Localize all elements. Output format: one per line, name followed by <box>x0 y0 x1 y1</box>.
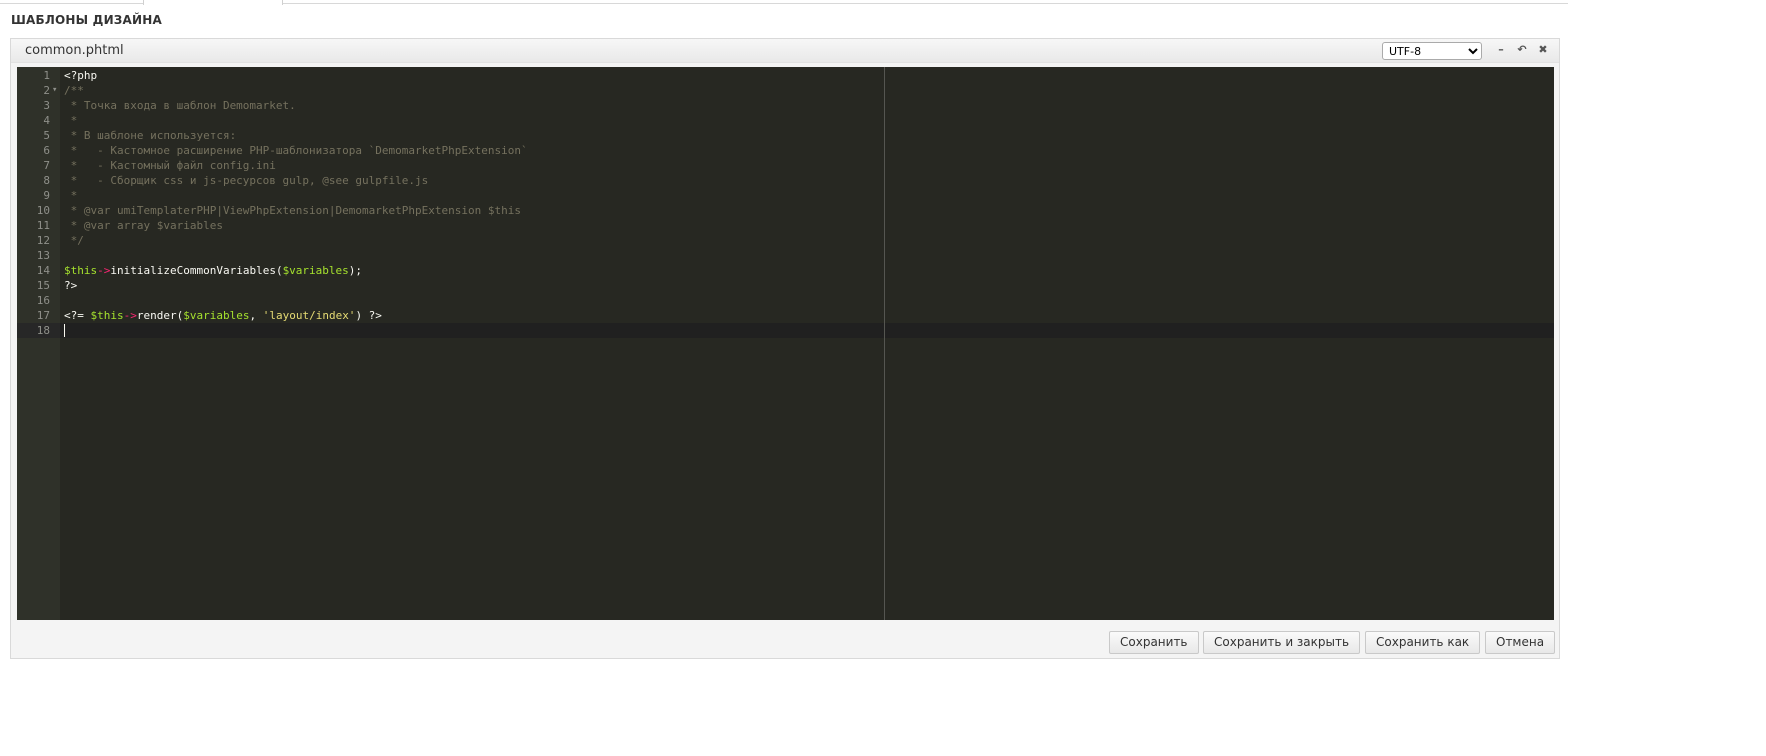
code-token: * @var umiTemplaterPHP|ViewPhpExtension|… <box>64 204 521 217</box>
code-token: ?> <box>64 279 78 292</box>
code-text: * <box>64 113 78 128</box>
code-token: * В шаблоне используется: <box>64 129 237 142</box>
line-number: 17 <box>36 309 50 322</box>
save-as-button[interactable]: Сохранить как <box>1365 631 1481 654</box>
file-name: common.phtml <box>25 43 124 58</box>
text-cursor <box>64 324 65 337</box>
save-button[interactable]: Сохранить <box>1109 631 1199 654</box>
code-text: <?= $this->render($variables, 'layout/in… <box>64 308 382 323</box>
panel-header: common.phtml UTF-8 – ↶ ✖ <box>11 39 1559 63</box>
fold-toggle-icon[interactable]: ▾ <box>52 83 57 98</box>
line-number: 16 <box>36 294 50 307</box>
line-number: 3 <box>43 99 50 112</box>
code-text: $this->initializeCommonVariables($variab… <box>64 263 362 278</box>
code-token: * <box>64 114 78 127</box>
save-and-close-button[interactable]: Сохранить и закрыть <box>1203 631 1361 654</box>
code-text: * В шаблоне используется: <box>64 128 237 143</box>
line-number: 18 <box>36 324 50 337</box>
code-text: * Точка входа в шаблон Demomarket. <box>64 98 296 113</box>
close-icon[interactable]: ✖ <box>1536 43 1550 57</box>
line-number: 7 <box>43 159 50 172</box>
page-title: ШАБЛОНЫ ДИЗАЙНА <box>11 13 162 27</box>
line-number: 9 <box>43 189 50 202</box>
line-number: 15 <box>36 279 50 292</box>
code-token: /** <box>64 84 84 97</box>
line-number: 10 <box>36 204 50 217</box>
minimize-icon[interactable]: – <box>1494 43 1508 57</box>
code-token: $this <box>90 309 124 322</box>
restore-icon[interactable]: ↶ <box>1515 43 1529 57</box>
code-token: ) ?> <box>355 309 382 322</box>
encoding-select[interactable]: UTF-8 <box>1382 42 1482 60</box>
code-token: * @var array $variables <box>64 219 223 232</box>
line-number: 5 <box>43 129 50 142</box>
code-editor[interactable]: 1 <?php 2 ▾ /** 3 * Точка входа в шаблон Demo… <box>17 67 1554 620</box>
active-tab[interactable] <box>143 0 283 5</box>
line-number: 2 <box>43 84 50 97</box>
code-text: * @var array $variables <box>64 218 223 233</box>
cancel-button[interactable]: Отмена <box>1485 631 1556 654</box>
code-token: */ <box>64 234 84 247</box>
code-token: * - Кастомное расширение PHP-шаблонизато… <box>64 144 528 157</box>
print-margin <box>884 67 885 620</box>
code-text: <?php <box>64 68 97 83</box>
code-token: * Точка входа в шаблон Demomarket. <box>64 99 296 112</box>
line-number: 1 <box>43 69 50 82</box>
code-token: $variables <box>282 264 349 277</box>
code-text: * - Кастомный файл config.ini <box>64 158 276 173</box>
code-token: $this <box>64 264 98 277</box>
active-line-highlight <box>60 323 1554 338</box>
template-editor-panel: common.phtml UTF-8 – ↶ ✖ 1 <?php 2 ▾ /** 3 * … <box>10 38 1560 659</box>
code-token: <?= <box>64 309 91 322</box>
code-token: * - Сборщик css и js-ресурсов gulp, @see… <box>64 174 429 187</box>
code-token: -> <box>97 264 111 277</box>
code-token: <?php <box>64 69 98 82</box>
line-number: 8 <box>43 174 50 187</box>
line-number: 13 <box>36 249 50 262</box>
code-text: */ <box>64 233 84 248</box>
line-number: 12 <box>36 234 50 247</box>
line-number: 4 <box>43 114 50 127</box>
code-text: /** <box>64 83 84 98</box>
code-token: 'layout/index' <box>262 309 356 322</box>
code-text: * @var umiTemplaterPHP|ViewPhpExtension|… <box>64 203 521 218</box>
code-token: * - Кастомный файл config.ini <box>64 159 276 172</box>
code-text: ?> <box>64 278 77 293</box>
code-text: * - Кастомное расширение PHP-шаблонизато… <box>64 143 528 158</box>
code-token: ); <box>348 264 363 277</box>
line-number: 6 <box>43 144 50 157</box>
line-number: 14 <box>36 264 50 277</box>
code-token: * <box>64 189 78 202</box>
code-token: -> <box>123 309 137 322</box>
code-token: render( <box>136 309 184 322</box>
code-token: initializeCommonVariables( <box>110 264 283 277</box>
code-text: * <box>64 188 78 203</box>
code-text: * - Сборщик css и js-ресурсов gulp, @see… <box>64 173 429 188</box>
line-number: 11 <box>36 219 50 232</box>
code-token: $variables <box>183 309 250 322</box>
code-token: , <box>249 309 263 322</box>
